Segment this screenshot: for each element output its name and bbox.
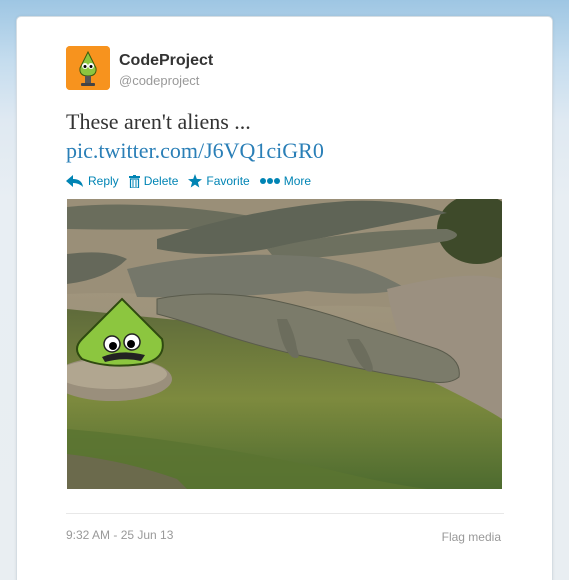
delete-label: Delete [143,174,179,188]
flag-media-link[interactable]: Flag media [442,530,501,544]
favorite-label: Favorite [206,174,250,188]
star-icon [188,174,203,188]
author-display-name[interactable]: CodeProject [119,52,213,70]
more-label: More [283,174,312,188]
favorite-button[interactable]: Favorite [188,174,250,188]
avatar[interactable] [66,46,110,90]
tweet-media-photo[interactable] [67,199,502,489]
tweet-timestamp[interactable]: 9:32 AM - 25 Jun 13 [66,528,173,542]
author-screen-name[interactable]: @codeproject [119,73,199,88]
reply-icon [66,175,84,187]
reply-label: Reply [88,174,119,188]
tweet-body: These aren't aliens ... [66,109,251,134]
tweet-media-link[interactable]: pic.twitter.com/J6VQ1ciGR0 [66,136,506,165]
more-button[interactable]: More [259,174,312,188]
tweet-header: CodeProject @codeproject [66,46,366,90]
tweet-card: CodeProject @codeproject These aren't al… [16,16,553,580]
crocodiles-photo [67,199,502,489]
tweet-actions: Reply Delete Favorite More [66,173,321,189]
footer-divider [66,513,504,514]
tweet-text: These aren't aliens ... pic.twitter.com/… [66,107,506,165]
more-dots-icon [259,178,280,184]
codeproject-bob-icon [66,46,110,90]
trash-icon [128,174,140,188]
delete-button[interactable]: Delete [128,174,179,188]
reply-button[interactable]: Reply [66,174,119,188]
